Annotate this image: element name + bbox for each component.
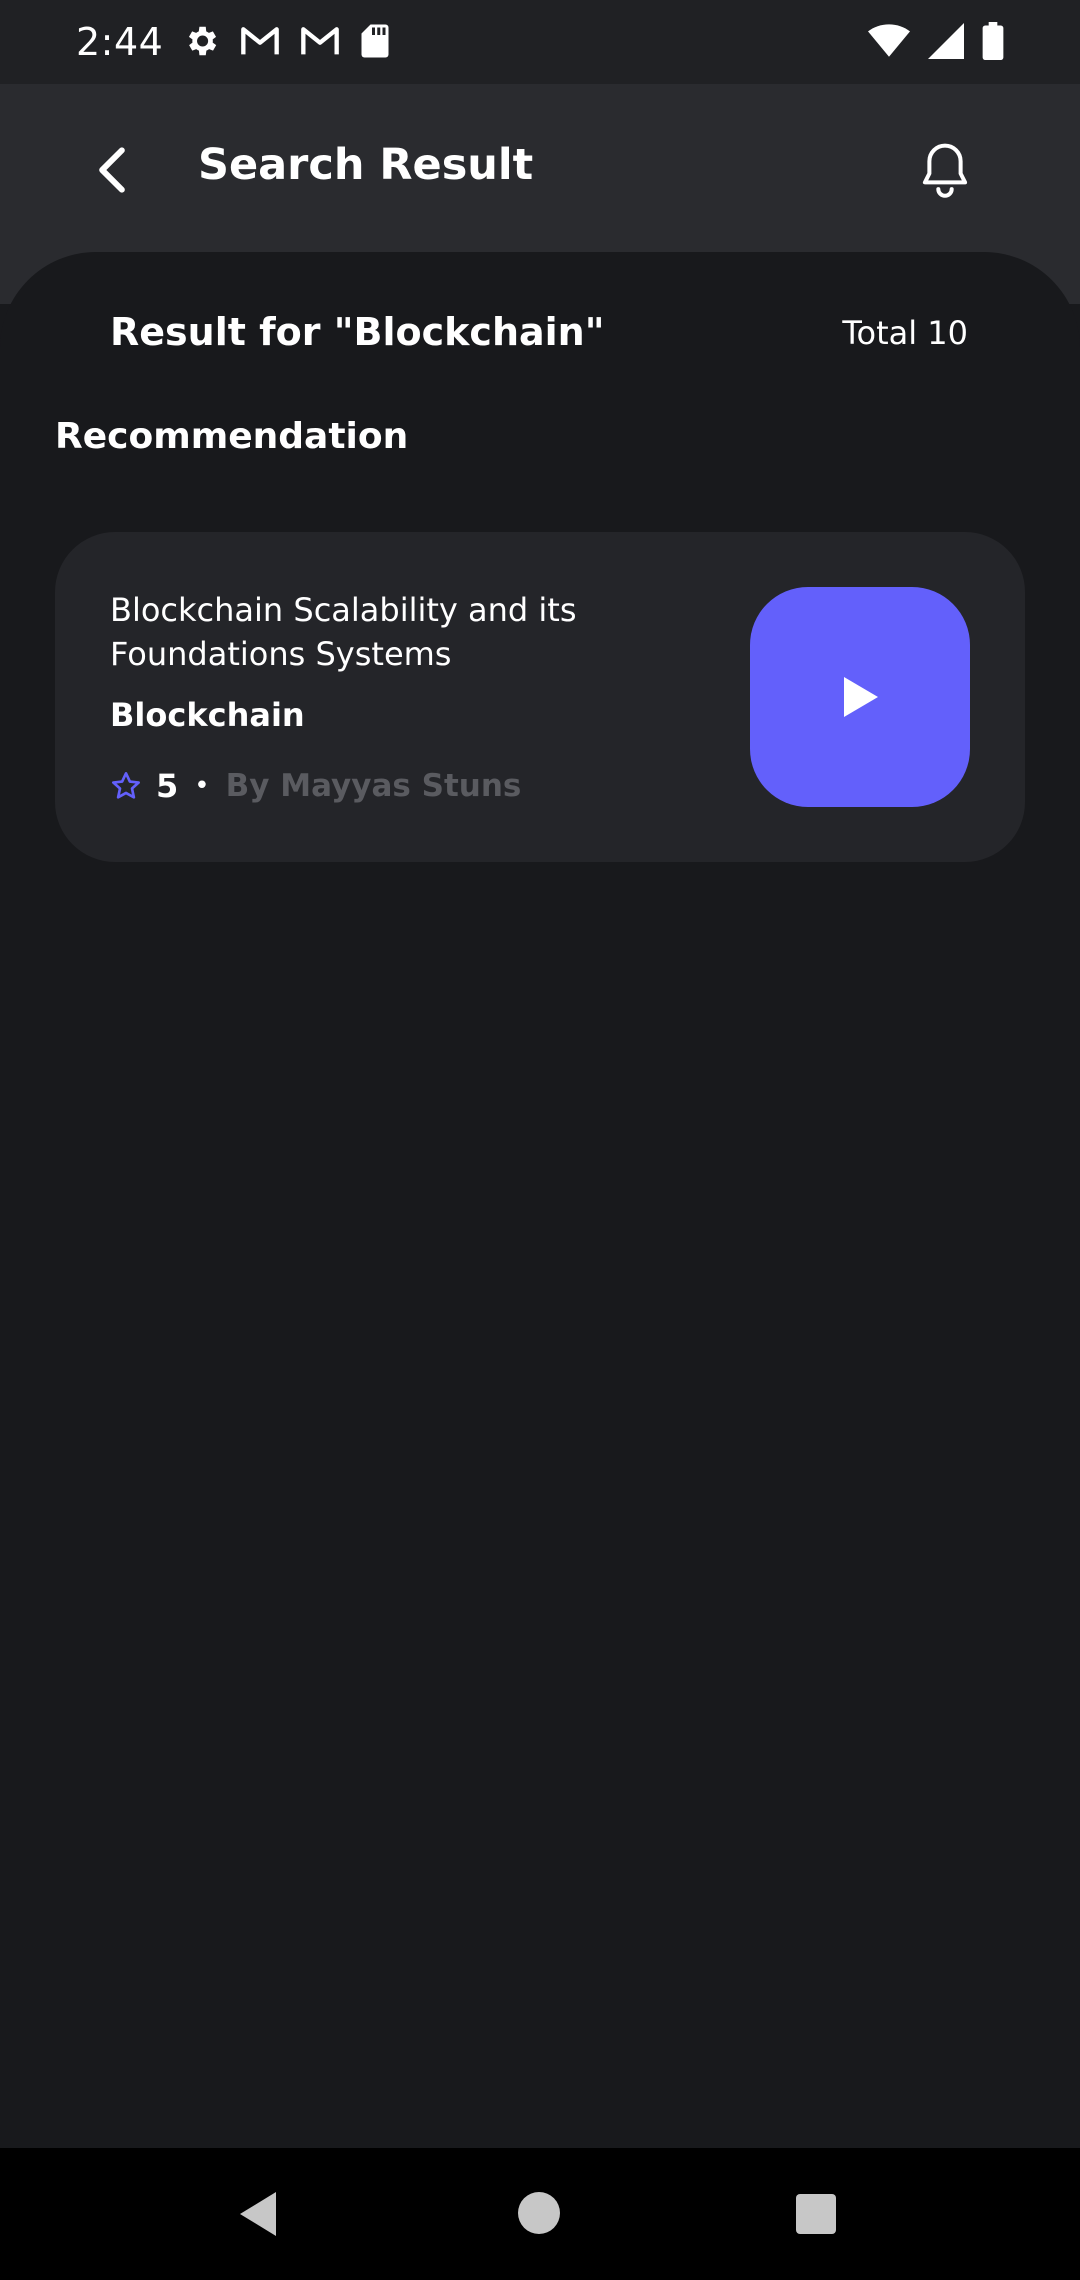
course-category: Blockchain [110, 696, 305, 734]
bell-icon [922, 143, 968, 198]
nav-recents-icon[interactable] [796, 2194, 836, 2234]
status-bar: 2:44 [0, 0, 1080, 84]
battery-icon [982, 22, 1004, 60]
course-author: By Mayyas Stuns [225, 768, 522, 804]
back-button[interactable] [82, 140, 142, 200]
status-icons-left [182, 22, 390, 60]
notifications-button[interactable] [912, 136, 978, 202]
wifi-icon [868, 24, 910, 57]
content-panel: Result for "Blockchain" Total 10 Recomme… [0, 252, 1080, 2148]
course-meta: 5 • By Mayyas Stuns [110, 766, 521, 806]
meta-separator: • [194, 771, 210, 801]
signal-icon [928, 23, 964, 59]
page-title: Search Result [198, 140, 534, 190]
nav-home-icon[interactable] [518, 2192, 560, 2234]
rating-value: 5 [156, 767, 179, 805]
course-title: Blockchain Scalability and its Foundatio… [110, 591, 577, 673]
gmail-icon [301, 27, 339, 55]
play-button[interactable] [750, 587, 970, 807]
result-total: Total 10 [842, 314, 968, 352]
sd-card-icon [361, 24, 389, 58]
chevron-left-icon [99, 147, 125, 193]
course-card[interactable]: Blockchain Scalability and its Foundatio… [55, 532, 1025, 862]
star-icon [112, 772, 140, 799]
status-icons-right [868, 22, 1004, 60]
gmail-icon [241, 27, 279, 55]
settings-icon [188, 26, 217, 56]
status-time: 2:44 [76, 20, 164, 64]
section-title-recommendation: Recommendation [55, 416, 409, 457]
play-icon [844, 677, 878, 717]
result-heading: Result for "Blockchain" [110, 310, 605, 354]
nav-back-icon[interactable] [236, 2190, 280, 2238]
system-nav-bar [0, 2148, 1080, 2280]
